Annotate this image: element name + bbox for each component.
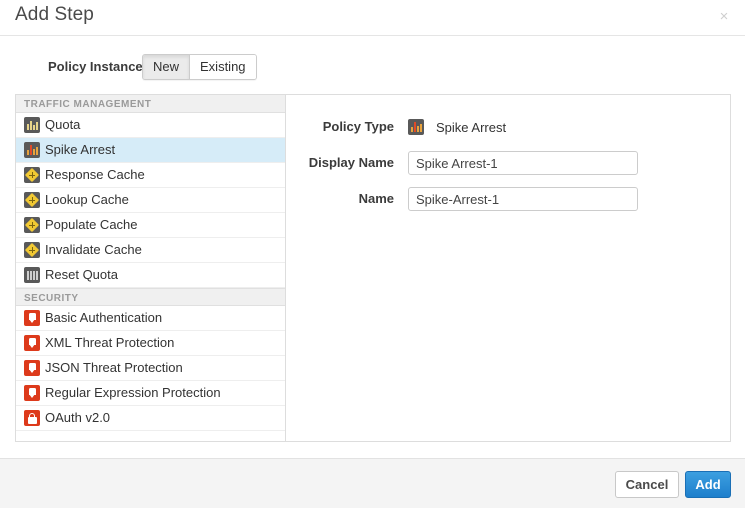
bar-chart-icon bbox=[24, 267, 40, 283]
lock-icon bbox=[24, 410, 40, 426]
sidebar-item-label: Invalidate Cache bbox=[45, 243, 142, 257]
shield-icon bbox=[24, 360, 40, 376]
name-label: Name bbox=[286, 192, 408, 206]
policy-list-sidebar[interactable]: TRAFFIC MANAGEMENT Quota Spike Arrest bbox=[16, 95, 286, 441]
display-name-row: Display Name bbox=[286, 151, 730, 175]
group-header-security: SECURITY bbox=[16, 288, 285, 306]
sidebar-item-regular-expression-protection[interactable]: Regular Expression Protection bbox=[16, 381, 285, 406]
name-row: Name bbox=[286, 187, 730, 211]
bar-chart-icon bbox=[408, 119, 424, 135]
sidebar-item-xml-threat-protection[interactable]: XML Threat Protection bbox=[16, 331, 285, 356]
dialog-header: Add Step × bbox=[0, 0, 745, 36]
sidebar-item-label: XML Threat Protection bbox=[45, 336, 174, 350]
sidebar-item-reset-quota[interactable]: Reset Quota bbox=[16, 263, 285, 288]
diamond-plus-icon bbox=[24, 217, 40, 233]
toggle-new[interactable]: New bbox=[143, 55, 189, 79]
sidebar-item-json-threat-protection[interactable]: JSON Threat Protection bbox=[16, 356, 285, 381]
sidebar-item-label: Populate Cache bbox=[45, 218, 138, 232]
policy-form: Policy Type Spike Arrest Display Name Na… bbox=[286, 95, 730, 441]
dialog-footer: Cancel Add bbox=[0, 458, 745, 508]
policy-type-label: Policy Type bbox=[286, 120, 408, 134]
sidebar-item-label: Reset Quota bbox=[45, 268, 118, 282]
sidebar-item-label: JSON Threat Protection bbox=[45, 361, 183, 375]
policy-type-text: Spike Arrest bbox=[436, 120, 506, 135]
diamond-plus-icon bbox=[24, 192, 40, 208]
display-name-input[interactable] bbox=[408, 151, 638, 175]
bar-chart-icon bbox=[24, 117, 40, 133]
policy-instance-row: Policy Instance New Existing bbox=[0, 54, 745, 80]
close-icon[interactable]: × bbox=[714, 7, 734, 27]
policy-type-row: Policy Type Spike Arrest bbox=[286, 115, 730, 139]
toggle-existing[interactable]: Existing bbox=[189, 55, 256, 79]
bar-chart-icon bbox=[24, 142, 40, 158]
shield-icon bbox=[24, 310, 40, 326]
diamond-plus-icon bbox=[24, 167, 40, 183]
sidebar-item-basic-authentication[interactable]: Basic Authentication bbox=[16, 306, 285, 331]
sidebar-item-oauth-v2[interactable]: OAuth v2.0 bbox=[16, 406, 285, 431]
diamond-plus-icon bbox=[24, 242, 40, 258]
display-name-label: Display Name bbox=[286, 156, 408, 170]
sidebar-item-quota[interactable]: Quota bbox=[16, 113, 285, 138]
sidebar-item-populate-cache[interactable]: Populate Cache bbox=[16, 213, 285, 238]
policy-instance-label: Policy Instance bbox=[48, 59, 143, 74]
sidebar-item-label: Spike Arrest bbox=[45, 143, 115, 157]
sidebar-item-label: Basic Authentication bbox=[45, 311, 162, 325]
sidebar-item-label: Response Cache bbox=[45, 168, 145, 182]
name-input[interactable] bbox=[408, 187, 638, 211]
sidebar-item-label: Regular Expression Protection bbox=[45, 386, 221, 400]
shield-icon bbox=[24, 335, 40, 351]
policy-type-value: Spike Arrest bbox=[408, 119, 506, 135]
main-panel: TRAFFIC MANAGEMENT Quota Spike Arrest bbox=[15, 94, 731, 442]
sidebar-item-label: OAuth v2.0 bbox=[45, 411, 110, 425]
add-button[interactable]: Add bbox=[685, 471, 731, 498]
sidebar-item-lookup-cache[interactable]: Lookup Cache bbox=[16, 188, 285, 213]
policy-instance-toggle-group[interactable]: New Existing bbox=[142, 54, 257, 80]
sidebar-item-response-cache[interactable]: Response Cache bbox=[16, 163, 285, 188]
page-title: Add Step bbox=[15, 4, 94, 26]
shield-icon bbox=[24, 385, 40, 401]
cancel-button[interactable]: Cancel bbox=[615, 471, 679, 498]
sidebar-item-label: Quota bbox=[45, 118, 80, 132]
sidebar-item-invalidate-cache[interactable]: Invalidate Cache bbox=[16, 238, 285, 263]
sidebar-item-label: Lookup Cache bbox=[45, 193, 129, 207]
group-header-traffic-management: TRAFFIC MANAGEMENT bbox=[16, 95, 285, 113]
sidebar-item-spike-arrest[interactable]: Spike Arrest bbox=[16, 138, 285, 163]
